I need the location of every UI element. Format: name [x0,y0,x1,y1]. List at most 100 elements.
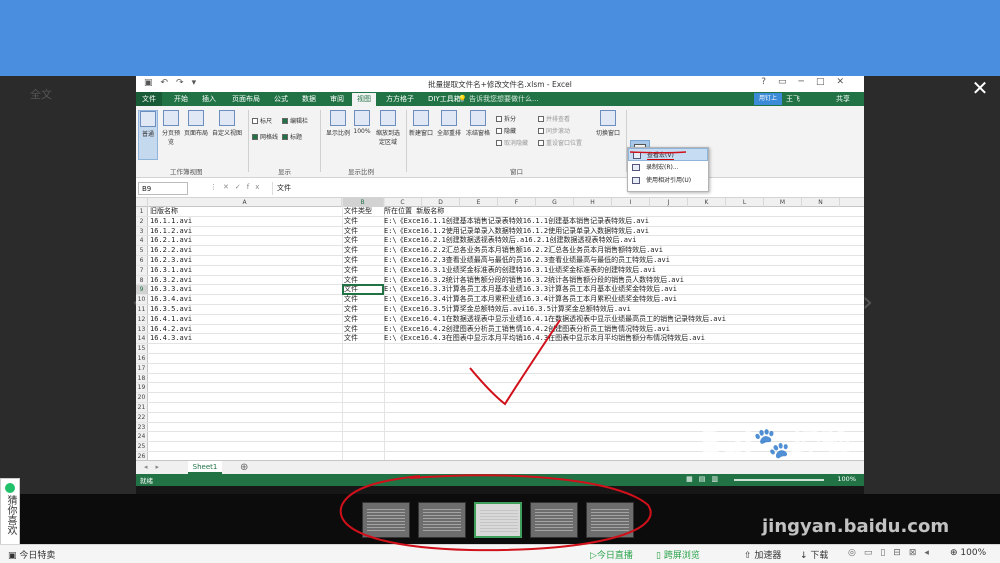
table-row[interactable]: 17 [136,363,864,374]
row-number[interactable]: 17 [136,363,148,373]
cell-location-new-name[interactable]: E:\《Exce16.3.4计算各员工本月累积业绩16.3.4计算各员工本月累积… [384,295,864,305]
cell-file-type[interactable]: 文件类型 [344,207,382,217]
sync-scroll-button[interactable]: 同步滚动 [538,126,570,135]
view-mode-icons[interactable]: ▦▤▥ [686,475,724,483]
live-link[interactable]: ▷今日直播 [590,548,633,561]
zoom-to-selection-button[interactable]: 缩放到选定区域 [374,110,402,160]
split-button[interactable]: 拆分 [496,114,516,123]
table-row[interactable]: 12 16.4.1.avi 文件 E:\《Exce16.4.1在数据透视表中显示业绩1… [136,314,864,325]
cell-location-new-name[interactable]: E:\《Exce16.3.3计算各员工本月基本业绩16.3.3计算各员工本月基本… [384,285,864,295]
row-number[interactable]: 8 [136,275,148,285]
table-row[interactable]: 16 [136,354,864,364]
table-row[interactable]: 4 16.2.1.avi 文件 E:\《Exce16.2.1创建数据透视表特效后.a1… [136,236,864,247]
zoom-slider[interactable] [734,479,824,481]
share-button[interactable]: 共享 [836,94,850,104]
table-row[interactable]: 15 [136,344,864,354]
cell-old-name[interactable]: 16.3.4.avi [150,295,342,305]
table-row[interactable]: 9 16.3.3.avi 文件 E:\《Exce16.3.3计算各员工本月基本业绩16… [136,285,864,296]
row-number[interactable]: 26 [136,452,148,460]
row-number[interactable]: 4 [136,236,148,246]
cell-old-name[interactable]: 16.3.1.avi [150,266,342,276]
row-number[interactable]: 11 [136,305,148,314]
user-name[interactable]: 王飞 [786,94,800,104]
row-number[interactable]: 22 [136,412,148,422]
table-row[interactable]: 18 [136,373,864,384]
row-number[interactable]: 6 [136,256,148,265]
column-header[interactable]: B [342,198,384,207]
thumbnail-active[interactable] [474,502,522,538]
cell-location-new-name[interactable]: E:\《Exce16.3.1业绩奖金标准表的创建特16.3.1业绩奖金标准表的创… [384,266,864,276]
cell-file-type[interactable]: 文件 [344,315,382,325]
column-header[interactable]: L [726,198,764,207]
unhide-button[interactable]: 取消隐藏 [496,138,528,147]
row-number[interactable]: 16 [136,354,148,363]
active-cell-b9[interactable] [342,284,384,295]
deals-link[interactable]: ▣ 今日特卖 [8,548,55,561]
page-break-preview-button[interactable]: 分页预览 [160,110,182,160]
freeze-panes-button[interactable]: 冻结窗格 [464,110,492,160]
column-header[interactable]: I [612,198,650,207]
row-number[interactable]: 18 [136,373,148,383]
table-row[interactable]: 21 [136,403,864,413]
cell-old-name[interactable]: 16.1.2.avi [150,227,342,237]
cell-old-name[interactable]: 16.2.3.avi [150,256,342,266]
column-header[interactable]: J [650,198,688,207]
add-sheet-icon[interactable]: ⊕ [240,461,248,474]
row-number[interactable]: 13 [136,324,148,334]
cell-old-name[interactable]: 16.2.2.avi [150,246,342,256]
row-number[interactable]: 9 [136,285,148,295]
cell-file-type[interactable]: 文件 [344,325,382,335]
ruler-checkbox[interactable]: 标尺 [252,116,272,125]
table-row[interactable]: 7 16.3.1.avi 文件 E:\《Exce16.3.1业绩奖金标准表的创建特16… [136,265,864,276]
tab-diy-toolbox[interactable]: DIY工具箱 [428,94,461,104]
cell-location-new-name[interactable]: E:\《Exce16.1.1创建基本销售记录表特效16.1.1创建基本销售记录表… [384,217,864,227]
column-header[interactable]: C [384,198,422,207]
cell-location-new-name[interactable]: E:\《Exce16.2.2汇总各业务员本月销售额16.2.2汇总各业务员本月销… [384,246,864,256]
reset-window-position-button[interactable]: 重设窗口位置 [538,138,582,147]
menu-item-relative-references[interactable]: 使用相对引用(U) [628,174,708,187]
table-row[interactable]: 2 16.1.1.avi 文件 E:\《Exce16.1.1创建基本销售记录表特效16… [136,216,864,227]
row-number[interactable]: 12 [136,314,148,324]
cell-old-name[interactable]: 16.3.5.avi [150,305,342,315]
cell-old-name[interactable]: 16.4.1.avi [150,315,342,325]
cell-file-type[interactable]: 文件 [344,295,382,305]
name-box[interactable]: B9 [138,182,188,195]
cell-location-new-name[interactable]: E:\《Exce16.3.2统计各销售额分段的销售16.3.2统计各销售额分段的… [384,276,864,286]
table-row[interactable]: 19 [136,383,864,394]
row-number[interactable]: 23 [136,422,148,432]
download-link[interactable]: ↓ 下载 [800,548,828,561]
cell-location-new-name[interactable]: E:\《Exce16.4.2创建图表分析员工销售情16.4.2创建图表分析员工销… [384,325,864,335]
row-number[interactable]: 7 [136,265,148,275]
cell-old-name[interactable]: 16.1.1.avi [150,217,342,227]
switch-windows-button[interactable]: 切换窗口 [594,110,622,160]
column-header[interactable]: H [574,198,612,207]
column-header[interactable]: A [148,198,342,207]
cell-file-type[interactable]: 文件 [344,334,382,344]
cell-file-type[interactable]: 文件 [344,217,382,227]
menu-item-record-macro[interactable]: 录制宏(R)... [628,161,708,174]
cell-file-type[interactable]: 文件 [344,236,382,246]
tab-data[interactable]: 数据 [302,94,316,104]
new-window-button[interactable]: 新建窗口 [408,110,434,160]
thumbnail[interactable] [530,502,578,538]
table-row[interactable]: 10 16.3.4.avi 文件 E:\《Exce16.3.4计算各员工本月累积业绩1… [136,295,864,305]
gridlines-checkbox[interactable]: 网格线 [252,132,278,141]
row-number[interactable]: 19 [136,383,148,393]
cell-old-name[interactable]: 旧版名称 [150,207,342,217]
toolbar-icons[interactable]: ◎▭▯⊟⊠◂ [848,548,937,558]
arrange-all-button[interactable]: 全部重排 [436,110,462,160]
cell-old-name[interactable]: 16.4.2.avi [150,325,342,335]
thumbnail[interactable] [586,502,634,538]
browser-zoom[interactable]: ⊕ 100% [950,548,986,558]
tab-formulas[interactable]: 公式 [274,94,288,104]
cell-location-new-name[interactable]: E:\《Exce16.4.3在图表中显示本月平均销16.4.3在图表中显示本月平… [384,334,864,344]
table-row[interactable]: 3 16.1.2.avi 文件 E:\《Exce16.1.2使用记录单录入数据特效16… [136,226,864,237]
cell-location-new-name[interactable]: E:\《Exce16.2.3查看业绩最高与最低的员16.2.3查看业绩最高与最低… [384,256,864,266]
table-row[interactable]: 11 16.3.5.avi 文件 E:\《Exce16.3.5计算奖金总额特效后.av… [136,305,864,315]
formula-icons[interactable]: ⋮✕✓fx [210,183,265,191]
tell-me-box[interactable]: 💡 告诉我您想要做什么... [458,94,539,104]
row-number[interactable]: 25 [136,442,148,451]
view-side-by-side-button[interactable]: 并排查看 [538,114,570,123]
table-row[interactable]: 5 16.2.2.avi 文件 E:\《Exce16.2.2汇总各业务员本月销售额16… [136,246,864,256]
cell-location-new-name[interactable]: 所在位置 新版名称 [384,207,864,217]
